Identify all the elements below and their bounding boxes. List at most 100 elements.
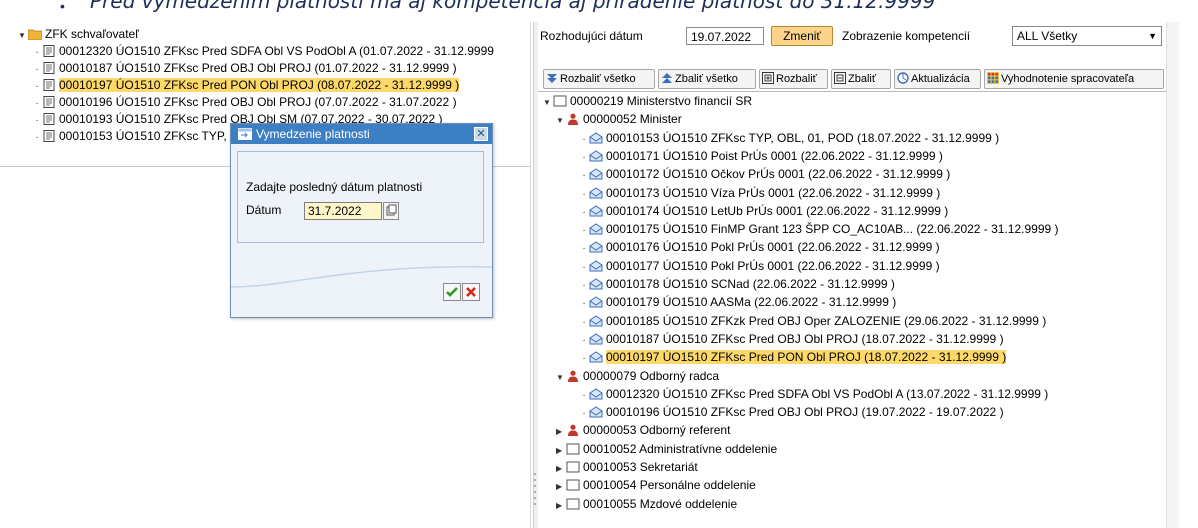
bullet-dot: ·: [582, 133, 586, 145]
refresh-button[interactable]: Aktualizácia: [894, 69, 981, 89]
expand-closed-icon[interactable]: ▶: [556, 478, 566, 495]
tree-node-label: 00010177 ÚO1510 Pokl PrÚs 0001 (22.06.20…: [606, 258, 940, 273]
org-unit-row[interactable]: ▶ 00010052 Administratívne oddelenie: [556, 441, 777, 458]
tree-node-label: 00010153 ÚO1510 ZFKsc TYP, OBL, 01, POD …: [606, 130, 1000, 145]
org-unit-icon: [566, 498, 580, 510]
tree-item[interactable]: · 00010197 ÚO1510 ZFKsc Pred PON Obl PROJ…: [32, 77, 460, 94]
person-icon: [568, 424, 578, 437]
competence-row[interactable]: · 00010179 ÚO1510 AASMa (22.06.2022 - 31.…: [579, 294, 896, 311]
bullet-dot: ·: [35, 64, 39, 75]
competence-icon: [589, 296, 603, 308]
vertical-scrollbar[interactable]: [1166, 22, 1179, 528]
expand-open-icon[interactable]: ▼: [556, 112, 566, 129]
competence-row[interactable]: · 00010177 ÚO1510 Pokl PrÚs 0001 (22.06.2…: [579, 258, 940, 275]
expand-button[interactable]: Rozbaliť: [759, 69, 828, 89]
competence-row[interactable]: · 00010172 ÚO1510 Očkov PrÚs 0001 (22.06.…: [579, 166, 950, 183]
competence-row[interactable]: · 00010173 ÚO1510 Víza PrÚs 0001 (22.06.2…: [579, 185, 940, 202]
bullet-dot: ·: [582, 206, 586, 218]
decisive-date-field[interactable]: 19.07.2022: [686, 27, 764, 45]
tree-node-label: 00012320 ÚO1510 ZFKsc Pred SDFA Obl VS P…: [606, 386, 1049, 401]
org-unit-icon: [566, 461, 580, 473]
competence-row[interactable]: · 00010185 ÚO1510 ZFKzk Pred OBJ Oper ZAL…: [579, 313, 1046, 330]
tree-node-label: 00010052 Administratívne oddelenie: [583, 441, 778, 456]
bullet-dot: ·: [582, 389, 586, 401]
bullet-dot: ·: [582, 170, 586, 182]
competence-row[interactable]: · 00010175 ÚO1510 FinMP Grant 123 ŠPP CO_…: [579, 221, 1058, 238]
refresh-label: Aktualizácia: [911, 73, 970, 85]
caption-strip: • Pred vymedzením platnosti má aj kompet…: [0, 0, 1198, 20]
position-row[interactable]: ▼ 00000052 Minister: [556, 111, 682, 128]
bullet-dot: ·: [582, 151, 586, 163]
tree-node-label: 00000053 Odborný referent: [583, 423, 731, 438]
position-row[interactable]: ▼ 00000079 Odborný radca: [556, 368, 719, 385]
expand-all-icon: [547, 74, 557, 83]
competence-row[interactable]: · 00010178 ÚO1510 SCNad (22.06.2022 - 31.…: [579, 276, 895, 293]
competence-row[interactable]: · 00010197 ÚO1510 ZFKsc Pred PON Obl PROJ…: [579, 349, 1007, 366]
decisive-date-label: Rozhodujúci dátum: [540, 29, 643, 43]
tree-item-label: 00010187 ÚO1510 ZFKsc Pred OBJ Obl PROJ …: [59, 61, 457, 75]
bullet-dot: ·: [35, 81, 39, 92]
expand-closed-icon[interactable]: ▶: [556, 442, 566, 459]
competence-row[interactable]: · 00010187 ÚO1510 ZFKsc Pred OBJ Obl PROJ…: [579, 331, 1003, 348]
competence-row[interactable]: · 00010153 ÚO1510 ZFKsc TYP, OBL, 01, POD…: [579, 130, 999, 147]
evaluation-button[interactable]: Vyhodnotenie spracovateľa: [984, 69, 1164, 89]
org-unit-row[interactable]: ▶ 00010053 Sekretariát: [556, 459, 698, 476]
dialog-window-icon: [238, 128, 252, 140]
validity-date-input[interactable]: 31.7.2022: [304, 202, 382, 220]
confirm-button[interactable]: [443, 283, 461, 301]
collapse-all-button[interactable]: Zbaliť všetko: [658, 69, 756, 89]
tree-root-label: ZFK schvaľovateľ: [45, 27, 139, 41]
dialog-prompt: Zadajte posledný dátum platnosti: [246, 180, 423, 194]
cancel-button[interactable]: [462, 283, 480, 301]
expand-open-icon[interactable]: ▼: [556, 369, 566, 386]
bullet-dot: ·: [35, 115, 39, 126]
document-icon: [43, 130, 55, 142]
tree-item[interactable]: · 00012320 ÚO1510 ZFKsc Pred SDFA Obl VS …: [32, 43, 494, 60]
position-row[interactable]: ▶ 00000053 Odborný referent: [556, 422, 730, 439]
change-button[interactable]: Zmeniť: [771, 26, 833, 46]
competence-row[interactable]: · 00010174 ÚO1510 LetUb PrÚs 0001 (22.06.…: [579, 203, 948, 220]
competence-row[interactable]: · 00010176 ÚO1510 Pokl PrÚs 0001 (22.06.2…: [579, 239, 939, 256]
expand-all-button[interactable]: Rozbaliť všetko: [543, 69, 655, 89]
competence-row[interactable]: · 00012320 ÚO1510 ZFKsc Pred SDFA Obl VS …: [579, 386, 1048, 403]
close-icon[interactable]: ✕: [474, 127, 488, 141]
competence-display-select[interactable]: ALL Všetky ▼: [1012, 26, 1162, 46]
tree-node-label: 00010179 ÚO1510 AASMa (22.06.2022 - 31.1…: [606, 295, 897, 310]
tree-node-label: 00010197 ÚO1510 ZFKsc Pred PON Obl PROJ …: [606, 350, 1007, 365]
bullet-dot: ·: [582, 298, 586, 310]
competence-row[interactable]: · 00010171 ÚO1510 Poist PrÚs 0001 (22.06.…: [579, 148, 943, 165]
org-unit-row[interactable]: ▶ 00010055 Mzdové oddelenie: [556, 496, 737, 513]
expand-closed-icon[interactable]: ▶: [556, 497, 566, 514]
tree-node-label: 00010196 ÚO1510 ZFKsc Pred OBJ Obl PROJ …: [606, 405, 1004, 420]
expand-open-icon[interactable]: ▼: [18, 27, 28, 44]
collapse-button[interactable]: Zbaliť: [831, 69, 891, 89]
tree-node-label: 00010171 ÚO1510 Poist PrÚs 0001 (22.06.2…: [606, 148, 943, 163]
tree-node-label: 00010185 ÚO1510 ZFKzk Pred OBJ Oper ZALO…: [606, 313, 1047, 328]
expand-closed-icon[interactable]: ▶: [556, 423, 566, 440]
tree-node-label: 00010053 Sekretariát: [583, 460, 698, 474]
expand-label: Rozbaliť: [776, 73, 817, 85]
competence-icon: [589, 150, 603, 162]
collapse-all-label: Zbaliť všetko: [675, 73, 738, 85]
expand-open-icon[interactable]: ▼: [543, 94, 553, 111]
person-icon: [568, 370, 578, 382]
tree-node-label: 00010054 Personálne oddelenie: [583, 478, 756, 493]
tree-item[interactable]: · 00010196 ÚO1510 ZFKsc Pred OBJ Obl PROJ…: [32, 94, 456, 111]
tree-root-node[interactable]: ▼ ZFK schvaľovateľ: [18, 26, 139, 43]
tree-toolbar: Rozbaliť všetko Zbaliť všetko Rozbaliť Z…: [538, 69, 1178, 91]
calendar-help-icon[interactable]: [383, 202, 399, 220]
dialog-title-bar[interactable]: Vymedzenie platnosti ✕: [231, 124, 492, 144]
competence-row[interactable]: · 00010196 ÚO1510 ZFKsc Pred OBJ Obl PROJ…: [579, 404, 1004, 421]
tree-node-label: 00010172 ÚO1510 Očkov PrÚs 0001 (22.06.2…: [606, 167, 951, 182]
tree-node-label: 00010178 ÚO1510 SCNad (22.06.2022 - 31.1…: [606, 277, 895, 291]
competence-display-label: Zobrazenie kompetencií: [842, 29, 971, 43]
collapse-label: Zbaliť: [848, 73, 876, 85]
dropdown-arrow-icon[interactable]: ▼: [1148, 27, 1157, 45]
org-unit-row[interactable]: ▼ 00000219 Ministerstvo financií SR: [543, 93, 752, 110]
bullet-dot: ·: [35, 47, 39, 58]
collapse-node-icon: [834, 72, 846, 84]
splitter-grip-icon[interactable]: [533, 470, 537, 510]
tree-item[interactable]: · 00010187 ÚO1510 ZFKsc Pred OBJ Obl PROJ…: [32, 60, 457, 77]
org-unit-row[interactable]: ▶ 00010054 Personálne oddelenie: [556, 477, 756, 494]
expand-closed-icon[interactable]: ▶: [556, 460, 566, 477]
